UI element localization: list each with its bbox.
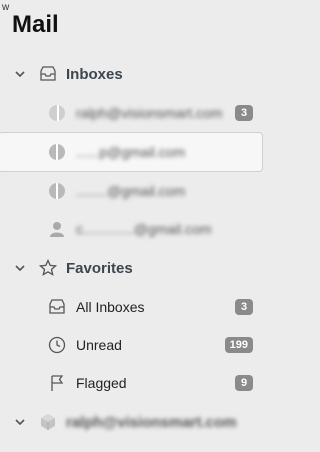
chevron-down-icon[interactable]	[8, 416, 32, 428]
account-icon	[46, 141, 68, 163]
chevron-down-icon[interactable]	[8, 68, 32, 80]
cube-icon	[36, 410, 60, 434]
section-label-favorites: Favorites	[66, 259, 133, 277]
favorite-label: All Inboxes	[76, 299, 145, 315]
section-label-inboxes: Inboxes	[66, 65, 123, 83]
unread-badge: 3	[235, 299, 253, 315]
account-label: ralph@visionsmart.com	[76, 105, 223, 121]
section-favorites[interactable]: Favorites	[0, 248, 267, 288]
flag-icon	[46, 372, 68, 394]
account-icon	[46, 102, 68, 124]
account-row[interactable]: ........@gmail.com	[0, 172, 263, 210]
corner-mark: w	[2, 2, 10, 13]
account-label: ........@gmail.com	[76, 183, 186, 199]
inbox-icon	[46, 296, 68, 318]
favorite-label: Flagged	[76, 375, 127, 391]
account-label: ......p@gmail.com	[76, 144, 186, 160]
favorite-label: Unread	[76, 337, 122, 353]
section-inboxes[interactable]: Inboxes	[0, 54, 267, 94]
star-icon	[36, 256, 60, 280]
favorite-item-all-inboxes[interactable]: All Inboxes 3	[0, 288, 263, 326]
title-bar: w Mail	[0, 0, 267, 54]
account-row[interactable]: ......p@gmail.com	[0, 132, 263, 172]
inbox-icon	[36, 62, 60, 86]
app-title: Mail	[12, 11, 59, 38]
account-label: c.............@gmail.com	[76, 221, 212, 237]
account-row[interactable]: c.............@gmail.com	[0, 210, 263, 248]
account-icon	[46, 180, 68, 202]
section-account[interactable]: ralph@visionsmart.com	[0, 402, 267, 442]
person-icon	[46, 218, 68, 240]
clock-icon	[46, 334, 68, 356]
account-row[interactable]: ralph@visionsmart.com 3	[0, 94, 263, 132]
unread-badge: 9	[235, 375, 253, 391]
favorite-item-unread[interactable]: Unread 199	[0, 326, 263, 364]
favorite-item-flagged[interactable]: Flagged 9	[0, 364, 263, 402]
unread-badge: 3	[235, 105, 253, 121]
section-label-account: ralph@visionsmart.com	[66, 413, 237, 431]
unread-badge: 199	[224, 337, 253, 353]
chevron-down-icon[interactable]	[8, 262, 32, 274]
